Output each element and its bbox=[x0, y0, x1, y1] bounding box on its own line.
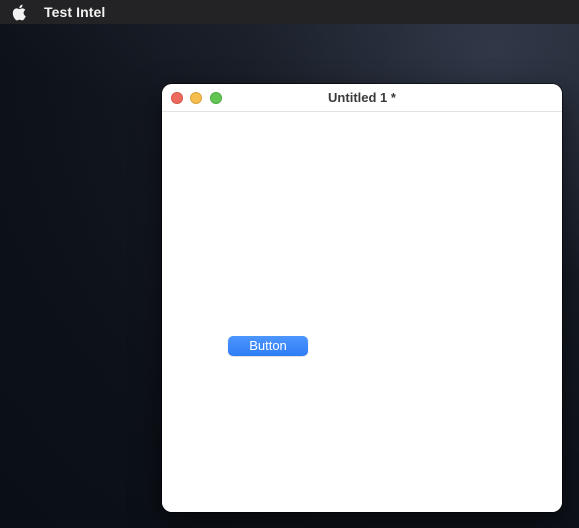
window-title: Untitled 1 * bbox=[328, 90, 396, 105]
push-button[interactable]: Button bbox=[228, 336, 308, 356]
apple-logo-icon[interactable] bbox=[10, 2, 28, 22]
menu-bar: Test Intel bbox=[0, 0, 579, 24]
close-button[interactable] bbox=[171, 92, 183, 104]
app-name-menu[interactable]: Test Intel bbox=[44, 4, 105, 20]
window-titlebar[interactable]: Untitled 1 * bbox=[162, 84, 562, 112]
minimize-button[interactable] bbox=[190, 92, 202, 104]
app-window: Untitled 1 * Button bbox=[162, 84, 562, 512]
window-content: Button bbox=[162, 112, 562, 512]
zoom-button[interactable] bbox=[210, 92, 222, 104]
